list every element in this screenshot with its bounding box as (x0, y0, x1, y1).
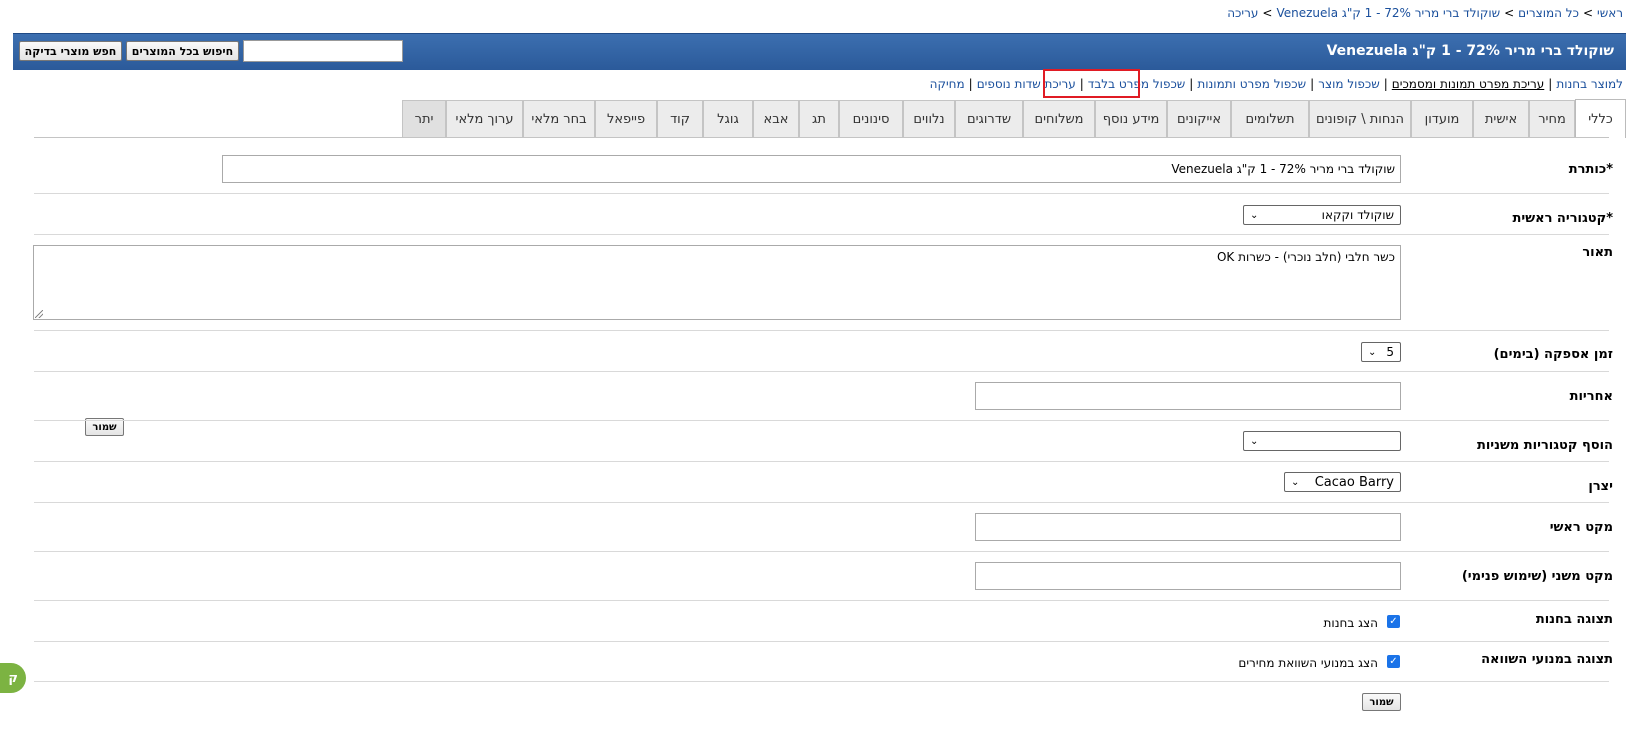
resize-handle-icon[interactable] (35, 310, 43, 318)
secondary-categories-label: הוסף קטגוריות משניות (1476, 438, 1613, 453)
tab-discounts[interactable]: הנחות \ קופונים (1309, 100, 1411, 137)
tab-club[interactable]: מועדון (1411, 100, 1473, 137)
delivery-time-select[interactable]: 5 ⌄ (1361, 342, 1401, 362)
row-divider (34, 461, 1609, 462)
description-text: כשר חלבי (חלב נוכרי) - כשרות OK (1216, 250, 1395, 264)
main-category-value: שוקולד וקקאו (1321, 208, 1394, 222)
breadcrumb-all-products[interactable]: כל המוצרים (1518, 6, 1579, 20)
save-bottom-button[interactable]: שמור (1362, 693, 1401, 711)
secondary-categories-select[interactable]: ⌄ (1243, 431, 1401, 451)
tab-upgrades[interactable]: שדרוגים (955, 100, 1023, 137)
tab-google[interactable]: גוגל (703, 100, 753, 137)
store-display-check-label: הצג בחנות (1323, 616, 1378, 630)
manufacturer-label: יצרן (1588, 479, 1613, 494)
compare-display-check-label: הצג במנועי השוואת מחירים (1238, 656, 1378, 670)
tab-tag[interactable]: תג (799, 100, 839, 137)
tab-personal[interactable]: אישית (1473, 100, 1529, 137)
duplicate-item-images-link[interactable]: שכפול מפרט ותמונות (1197, 77, 1306, 91)
tab-select-stock[interactable]: בחר מלאי (523, 100, 595, 137)
manufacturer-value: Cacao Barry (1314, 474, 1394, 490)
tab-icons[interactable]: אייקונים (1167, 100, 1231, 137)
main-category-label: *קטגוריה ראשית (1512, 211, 1613, 226)
main-category-select[interactable]: שוקולד וקקאו ⌄ (1243, 205, 1401, 225)
tab-more-info[interactable]: מידע נוסף (1095, 100, 1167, 137)
description-textarea[interactable]: כשר חלבי (חלב נוכרי) - כשרות OK (33, 245, 1401, 320)
tab-price[interactable]: מחיר (1529, 100, 1575, 137)
row-divider (34, 600, 1609, 601)
edit-item-images-link[interactable]: עריכת מפרט תמונות ומסמכים (1392, 77, 1544, 91)
search-test-products-button[interactable]: חפש מוצרי בדיקה (19, 41, 122, 61)
row-divider (34, 234, 1609, 235)
row-divider (34, 641, 1609, 642)
row-divider (34, 371, 1609, 372)
delete-link[interactable]: מחיקה (930, 77, 965, 91)
tab-edit-stock[interactable]: ערוך מלאי (446, 100, 523, 137)
store-display-label: תצוגה בחנות (1535, 612, 1613, 627)
compare-display-label: תצוגה במנועי השוואה (1481, 652, 1613, 667)
row-divider (34, 420, 1609, 421)
row-divider (34, 681, 1609, 682)
breadcrumb-home[interactable]: ראשי (1597, 6, 1623, 20)
highlight-box (1043, 69, 1140, 98)
row-divider (34, 502, 1609, 503)
description-label: תאור (1582, 245, 1613, 260)
search-input[interactable] (243, 40, 403, 62)
warranty-label: אחריות (1569, 389, 1613, 404)
search-area: חפש מוצרי בדיקה חיפוש בכל המוצרים (19, 39, 403, 63)
tab-paypal[interactable]: פייפאל (595, 100, 657, 137)
secondary-sku-input[interactable] (975, 562, 1401, 590)
row-divider (34, 551, 1609, 552)
tab-general[interactable]: כללי (1575, 99, 1626, 138)
row-divider (34, 193, 1609, 194)
side-help-badge[interactable]: ק (0, 663, 26, 693)
tab-related[interactable]: נלווים (903, 100, 955, 137)
chevron-down-icon: ⌄ (1368, 346, 1377, 358)
tab-shipping[interactable]: משלוחים (1023, 100, 1095, 137)
main-sku-label: מקט ראשי (1549, 520, 1613, 535)
duplicate-product-link[interactable]: שכפול מוצר (1318, 77, 1380, 91)
breadcrumb-edit[interactable]: עריכה (1227, 6, 1258, 20)
tab-more[interactable]: יתר (402, 100, 446, 137)
row-divider (34, 330, 1609, 331)
main-sku-input[interactable] (975, 513, 1401, 541)
tab-code[interactable]: קוד (657, 100, 703, 137)
delivery-time-label: זמן אספקה (בימים) (1493, 347, 1613, 362)
chevron-down-icon: ⌄ (1250, 435, 1259, 447)
secondary-sku-label: מקט משני (שימוש פנימי) (1461, 569, 1613, 584)
tab-parent[interactable]: אבא (753, 100, 799, 137)
to-product-in-store-link[interactable]: למוצר בחנות (1556, 77, 1623, 91)
header-bar: שוקולד ברי מריר 72% - 1 ק"ג Venezuela חפ… (13, 33, 1626, 70)
compare-display-checkbox[interactable]: ✓ (1387, 655, 1400, 668)
tab-underline (34, 137, 1609, 138)
tab-payments[interactable]: תשלומים (1231, 100, 1309, 137)
warranty-input[interactable] (975, 382, 1401, 410)
action-links: למוצר בחנות|עריכת מפרט תמונות ומסמכים|שכ… (929, 77, 1623, 91)
chevron-down-icon: ⌄ (1291, 476, 1300, 488)
manufacturer-select[interactable]: Cacao Barry ⌄ (1284, 472, 1401, 492)
breadcrumb: ראשי>כל המוצרים>שוקולד ברי מריר 72% - 1 … (1227, 6, 1623, 20)
title-label: *כותרת (1568, 162, 1613, 177)
title-input[interactable]: שוקולד ברי מריר 72% - 1 ק"ג Venezuela (222, 155, 1401, 183)
delivery-time-value: 5 (1386, 345, 1394, 359)
page-title: שוקולד ברי מריר 72% - 1 ק"ג Venezuela (1326, 43, 1614, 59)
search-all-products-button[interactable]: חיפוש בכל המוצרים (126, 41, 239, 61)
chevron-down-icon: ⌄ (1250, 209, 1259, 221)
store-display-checkbox[interactable]: ✓ (1387, 615, 1400, 628)
tab-filters[interactable]: סינונים (839, 100, 903, 137)
breadcrumb-product[interactable]: שוקולד ברי מריר 72% - 1 ק"ג Venezuela (1276, 6, 1500, 20)
